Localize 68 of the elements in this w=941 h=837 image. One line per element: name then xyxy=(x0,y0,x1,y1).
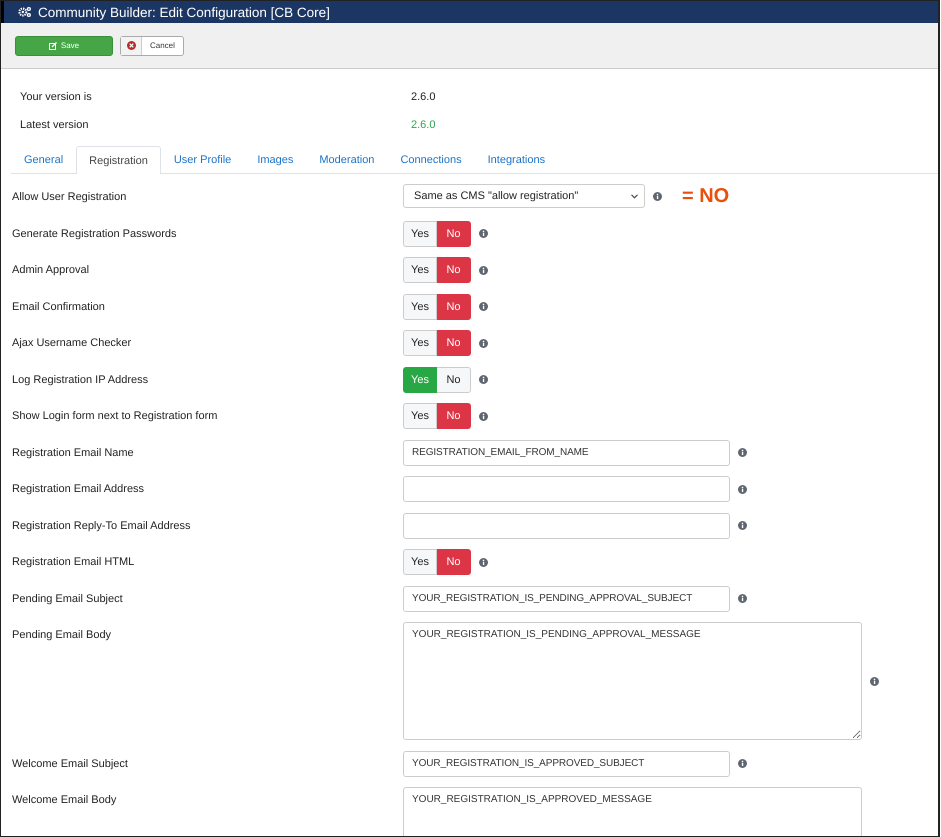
tab[interactable]: General xyxy=(11,146,76,173)
info-icon xyxy=(479,375,488,384)
field-label: Admin Approval xyxy=(11,263,90,278)
info-icon xyxy=(653,192,662,200)
input-field[interactable] xyxy=(403,476,730,502)
version-label: Latest version xyxy=(19,119,90,131)
tab[interactable]: Moderation xyxy=(306,146,388,173)
toggle-option[interactable]: No xyxy=(437,294,471,320)
info-icon xyxy=(870,676,879,686)
close-icon xyxy=(126,41,136,50)
toggle-option[interactable]: No xyxy=(437,330,471,356)
input-field[interactable]: YOUR_REGISTRATION_IS_APPROVED_SUBJECT xyxy=(403,750,730,776)
tab[interactable]: Integrations xyxy=(474,146,558,173)
input-field[interactable] xyxy=(403,512,730,538)
field-label: Show Login form next to Registration form xyxy=(11,409,218,424)
field-label: Email Confirmation xyxy=(11,300,106,314)
annotation: = NO xyxy=(682,184,730,208)
field-label: Welcome Email Body xyxy=(11,793,118,808)
tab[interactable]: Connections xyxy=(387,146,475,173)
toggle-option[interactable]: No xyxy=(437,257,471,283)
version-number: 2.6.0 xyxy=(411,119,436,131)
tab[interactable]: User Profile xyxy=(160,146,244,173)
tab[interactable]: Images xyxy=(244,146,306,173)
field-label: Pending Email Subject xyxy=(11,592,124,606)
dropdown[interactable]: Same as CMS "allow registration" xyxy=(403,184,645,208)
field-label: Allow User Registration xyxy=(11,190,128,205)
field-label: Log Registration IP Address xyxy=(11,372,150,388)
toggle-option[interactable]: No xyxy=(437,549,471,575)
input-field[interactable]: REGISTRATION_EMAIL_FROM_NAME xyxy=(403,440,730,466)
field-label: Registration Email Name xyxy=(11,446,135,460)
info-icon xyxy=(738,521,747,530)
field-label: Welcome Email Subject xyxy=(11,756,129,772)
info-icon xyxy=(479,412,488,420)
info-icon xyxy=(738,594,747,603)
toggle-option[interactable]: No xyxy=(437,220,471,246)
field-label: Ajax Username Checker xyxy=(11,336,132,351)
field-label: Pending Email Body xyxy=(11,628,112,643)
toggle-option[interactable]: No xyxy=(437,366,471,392)
info-icon xyxy=(479,229,488,238)
info-icon xyxy=(479,266,488,274)
field-label: Registration Email HTML xyxy=(11,555,136,570)
version-label: Your version is xyxy=(19,91,93,103)
toggle-option[interactable]: Yes xyxy=(403,330,437,356)
gears-icon xyxy=(18,6,32,18)
text-area[interactable]: YOUR_REGISTRATION_IS_APPROVED_MESSAGE xyxy=(403,787,862,836)
field-label: Registration Reply-To Email Address xyxy=(11,518,192,534)
edit-icon xyxy=(48,42,57,50)
input-field[interactable]: YOUR_REGISTRATION_IS_PENDING_APPROVAL_SUBJECT xyxy=(403,586,730,612)
toggle-option[interactable]: No xyxy=(437,403,471,429)
info-icon xyxy=(479,558,488,566)
toggle-option[interactable]: Yes xyxy=(403,549,437,575)
info-icon xyxy=(738,448,747,457)
field-label: Registration Email Address xyxy=(11,482,146,497)
toggle-option[interactable]: Yes xyxy=(403,220,437,246)
toggle-option[interactable]: Yes xyxy=(403,257,437,283)
window-title: Community Builder: Edit Configuration [CB Core] xyxy=(38,4,330,20)
version-number: 2.6.0 xyxy=(411,91,436,103)
chevron-down-icon xyxy=(631,194,638,198)
info-icon xyxy=(738,759,747,768)
toggle-option[interactable]: Yes xyxy=(403,403,437,429)
info-icon xyxy=(479,338,488,348)
cancel-button[interactable]: Cancel xyxy=(120,36,184,56)
info-icon xyxy=(738,484,747,494)
field-label: Generate Registration Passwords xyxy=(11,226,178,242)
toggle-option[interactable]: Yes xyxy=(403,294,437,320)
tab[interactable]: Registration xyxy=(76,146,161,174)
info-icon xyxy=(479,302,488,311)
text-area[interactable]: YOUR_REGISTRATION_IS_PENDING_APPROVAL_MESSAGE xyxy=(403,622,862,740)
